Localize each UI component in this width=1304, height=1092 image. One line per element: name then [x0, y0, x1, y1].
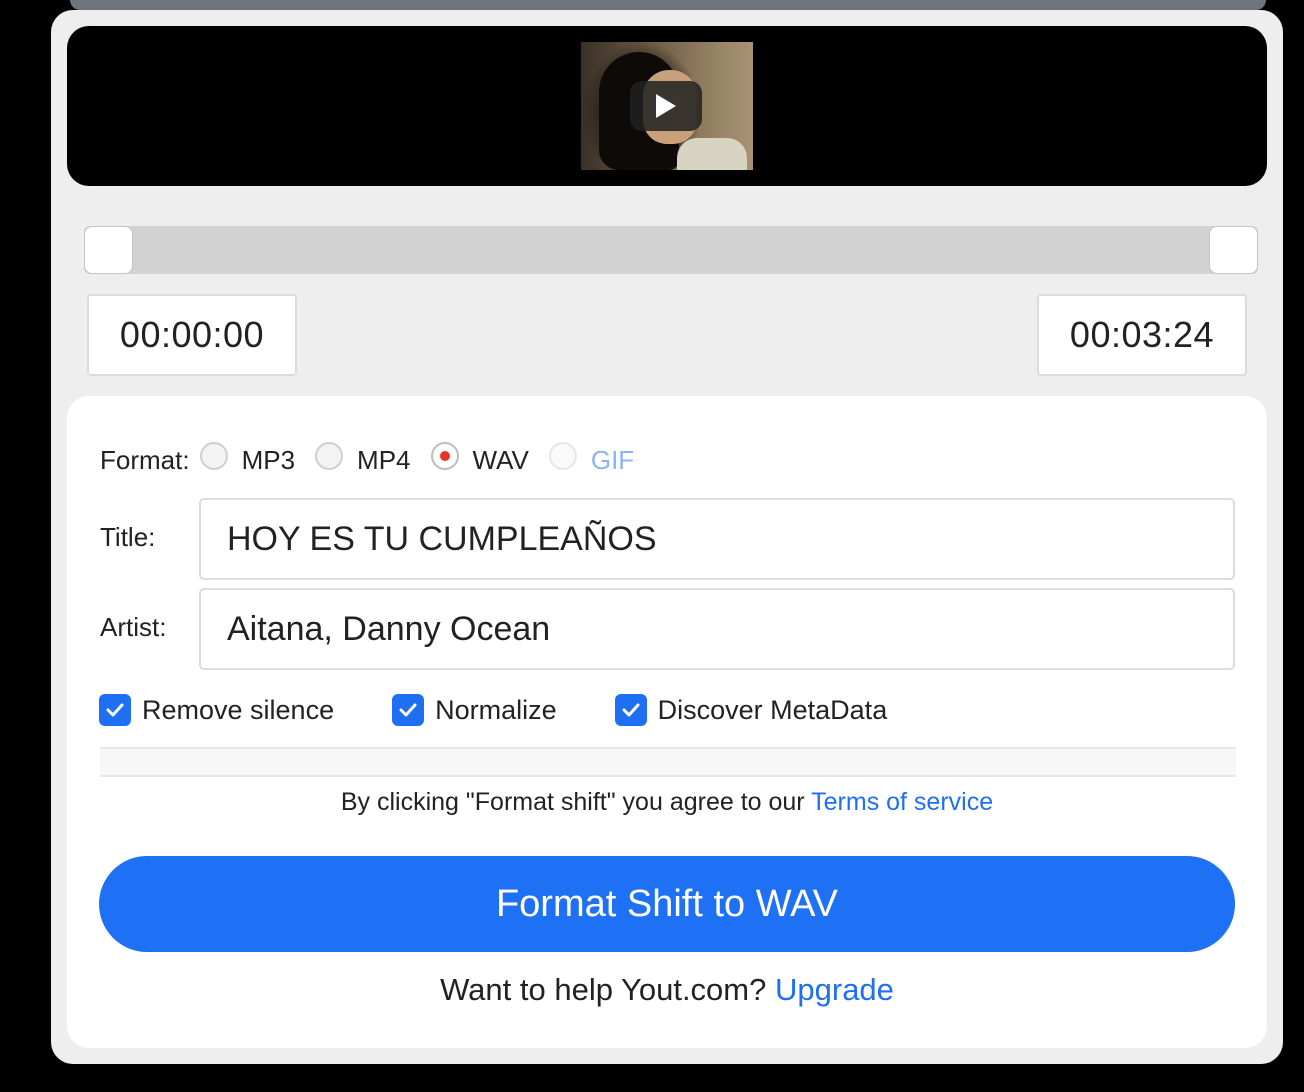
play-button[interactable] [630, 81, 702, 131]
terms-text: By clicking "Format shift" you agree to … [340, 788, 805, 816]
normalize-label: Normalize [435, 694, 557, 725]
terms-link[interactable]: Terms of service [811, 788, 993, 816]
format-option-mp4[interactable]: MP4 [315, 442, 411, 476]
terms-notice: By clicking "Format shift" you agree to … [67, 788, 1267, 824]
radio-label-wav: WAV [472, 444, 529, 475]
artist-label: Artist: [100, 612, 167, 642]
discover-metadata-label: Discover MetaData [657, 694, 888, 725]
video-thumbnail[interactable] [581, 42, 753, 170]
trim-end-handle[interactable] [1209, 226, 1258, 274]
format-shift-button[interactable]: Format Shift to WAV [99, 856, 1235, 952]
play-icon [656, 94, 676, 118]
format-option-wav[interactable]: WAV [430, 442, 529, 476]
previous-card-edge [70, 0, 1266, 10]
upgrade-prompt: Want to help Yout.com? Upgrade [67, 972, 1267, 1014]
format-selector: Format: MP3 MP4 WAV GIF [100, 438, 654, 482]
end-time-input[interactable]: 00:03:24 [1037, 294, 1247, 376]
title-label: Title: [100, 522, 156, 552]
checkmark-icon [399, 703, 417, 717]
video-preview [67, 26, 1267, 186]
upgrade-text: Want to help Yout.com? [440, 972, 767, 1007]
processing-options: Remove silence Normalize Discover MetaDa… [99, 690, 887, 730]
radio-label-mp4: MP4 [357, 444, 411, 475]
start-time-input[interactable]: 00:00:00 [87, 294, 297, 376]
radio-mp3[interactable] [199, 442, 228, 470]
trim-start-handle[interactable] [84, 226, 133, 274]
format-option-mp3[interactable]: MP3 [199, 442, 296, 476]
divider [100, 747, 1236, 777]
normalize-checkbox[interactable] [392, 694, 425, 726]
thumbnail-shoulder [677, 138, 747, 170]
radio-label-gif: GIF [590, 444, 635, 475]
remove-silence-option[interactable]: Remove silence [99, 694, 334, 726]
radio-label-mp3: MP3 [241, 444, 296, 475]
remove-silence-label: Remove silence [142, 694, 335, 725]
title-input[interactable]: HOY ES TU CUMPLEAÑOS [199, 498, 1235, 580]
radio-gif [548, 442, 577, 470]
upgrade-link[interactable]: Upgrade [775, 972, 894, 1007]
trim-slider[interactable] [84, 226, 1258, 274]
checkmark-icon [106, 703, 124, 717]
discover-metadata-checkbox[interactable] [614, 694, 647, 726]
radio-mp4[interactable] [315, 442, 344, 470]
discover-metadata-option[interactable]: Discover MetaData [614, 694, 888, 726]
normalize-option[interactable]: Normalize [392, 694, 557, 726]
format-label: Format: [100, 444, 190, 475]
artist-input[interactable]: Aitana, Danny Ocean [199, 588, 1235, 670]
radio-wav[interactable] [430, 442, 459, 470]
checkmark-icon [622, 703, 640, 717]
remove-silence-checkbox[interactable] [99, 694, 131, 726]
format-option-gif: GIF [548, 442, 635, 476]
